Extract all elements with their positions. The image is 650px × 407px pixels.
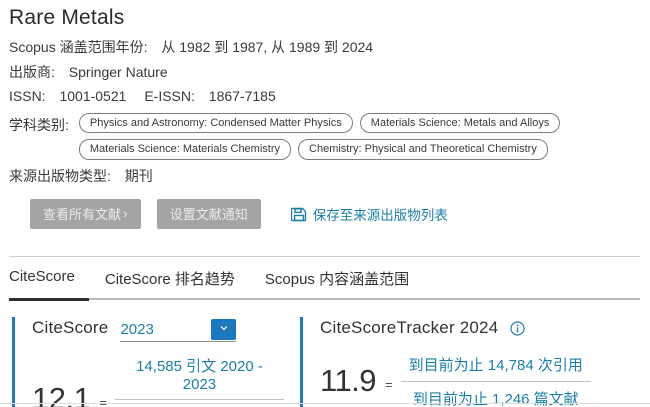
tab-bar: CiteScore CiteScore 排名趋势 Scopus 内容涵盖范围 <box>9 257 640 300</box>
issn-value: 1001-0521 <box>59 88 126 104</box>
source-type-label: 来源出版物类型: <box>9 168 111 184</box>
issn-line: ISSN: 1001-0521 E-ISSN: 1867-7185 <box>9 88 640 106</box>
chevron-down-icon: ⌄ <box>218 321 231 331</box>
source-type-value: 期刊 <box>125 168 153 184</box>
year-dropdown-button[interactable]: ⌄ <box>211 319 236 340</box>
subjects-label: 学科类别: <box>9 113 69 135</box>
citescore-tracker-panel: CiteScoreTracker 2024 11.9 = 到目前为止 14,78… <box>300 317 640 407</box>
view-all-documents-label: 查看所有文献 <box>43 204 121 223</box>
publisher-label: 出版商: <box>9 64 55 80</box>
citescore-title: CiteScore <box>32 318 108 338</box>
subject-areas: 学科类别: Physics and Astronomy: Condensed M… <box>9 113 640 161</box>
view-all-documents-button[interactable]: 查看所有文献 › <box>30 199 141 229</box>
tab-scopus-content-coverage[interactable]: Scopus 内容涵盖范围 <box>265 268 409 298</box>
subject-pill[interactable]: Chemistry: Physical and Theoretical Chem… <box>298 139 548 160</box>
citescore-panel-header: CiteScore 2023 ⌄ <box>32 318 284 342</box>
page-bottom-divider <box>0 403 650 404</box>
eissn-value: 1867-7185 <box>209 88 276 104</box>
info-icon[interactable] <box>510 321 525 341</box>
tab-citescore-rank-trend[interactable]: CiteScore 排名趋势 <box>105 268 235 298</box>
set-document-alert-label: 设置文献通知 <box>170 204 248 223</box>
save-to-source-list-label: 保存至来源出版物列表 <box>313 204 448 224</box>
tracker-panel-header: CiteScoreTracker 2024 <box>320 318 640 341</box>
citescore-year-value: 2023 <box>120 321 153 341</box>
coverage-label: Scopus 涵盖范围年份: <box>9 39 147 55</box>
tracker-value: 11.9 <box>320 363 376 399</box>
publisher-line: 出版商: Springer Nature <box>9 64 640 82</box>
tracker-value-row: 11.9 = 到目前为止 14,784 次引用 到目前为止 1,246 篇文献 <box>320 354 640 407</box>
publisher-value: Springer Nature <box>69 64 168 80</box>
source-details-page: Rare Metals Scopus 涵盖范围年份: 从 1982 到 1987… <box>0 0 650 407</box>
page-title: Rare Metals <box>9 6 640 30</box>
citescore-value-row: 12.1 = 14,585 引文 2020 - 2023 1,208 篇文献 2… <box>32 355 284 407</box>
subject-pill[interactable]: Physics and Astronomy: Condensed Matter … <box>79 113 353 134</box>
tracker-title: CiteScoreTracker 2024 <box>320 318 498 338</box>
equals-sign: = <box>99 395 107 407</box>
tracker-citation-count: 到目前为止 14,784 次引用 <box>401 354 591 382</box>
coverage-value: 从 1982 到 1987, 从 1989 到 2024 <box>161 39 373 55</box>
action-bar: 查看所有文献 › 设置文献通知 保存至来源出版物列表 <box>30 199 640 229</box>
citescore-fraction: 14,585 引文 2020 - 2023 1,208 篇文献 2020 - 2… <box>115 355 284 407</box>
equals-sign: = <box>385 377 393 392</box>
subject-pill[interactable]: Materials Science: Metals and Alloys <box>360 113 561 134</box>
citescore-panels: CiteScore 2023 ⌄ 12.1 = 14,585 引文 2020 -… <box>9 300 640 407</box>
issn-label: ISSN: <box>9 88 46 104</box>
tracker-fraction: 到目前为止 14,784 次引用 到目前为止 1,246 篇文献 <box>401 354 591 407</box>
source-type-line: 来源出版物类型: 期刊 <box>9 168 640 186</box>
chevron-right-icon: › <box>123 206 128 220</box>
citation-count: 14,585 引文 2020 - 2023 <box>115 355 284 400</box>
citescore-panel: CiteScore 2023 ⌄ 12.1 = 14,585 引文 2020 -… <box>12 317 284 407</box>
save-to-source-list-link[interactable]: 保存至来源出版物列表 <box>291 204 448 224</box>
subject-pill[interactable]: Materials Science: Materials Chemistry <box>79 139 291 160</box>
tab-citescore[interactable]: CiteScore <box>9 268 75 298</box>
subject-pill-list: Physics and Astronomy: Condensed Matter … <box>79 113 640 161</box>
save-icon <box>291 206 307 222</box>
citescore-year-select[interactable]: 2023 ⌄ <box>120 319 236 342</box>
set-document-alert-button[interactable]: 设置文献通知 <box>157 199 261 229</box>
eissn-label: E-ISSN: <box>144 88 195 104</box>
coverage-line: Scopus 涵盖范围年份: 从 1982 到 1987, 从 1989 到 2… <box>9 39 640 57</box>
